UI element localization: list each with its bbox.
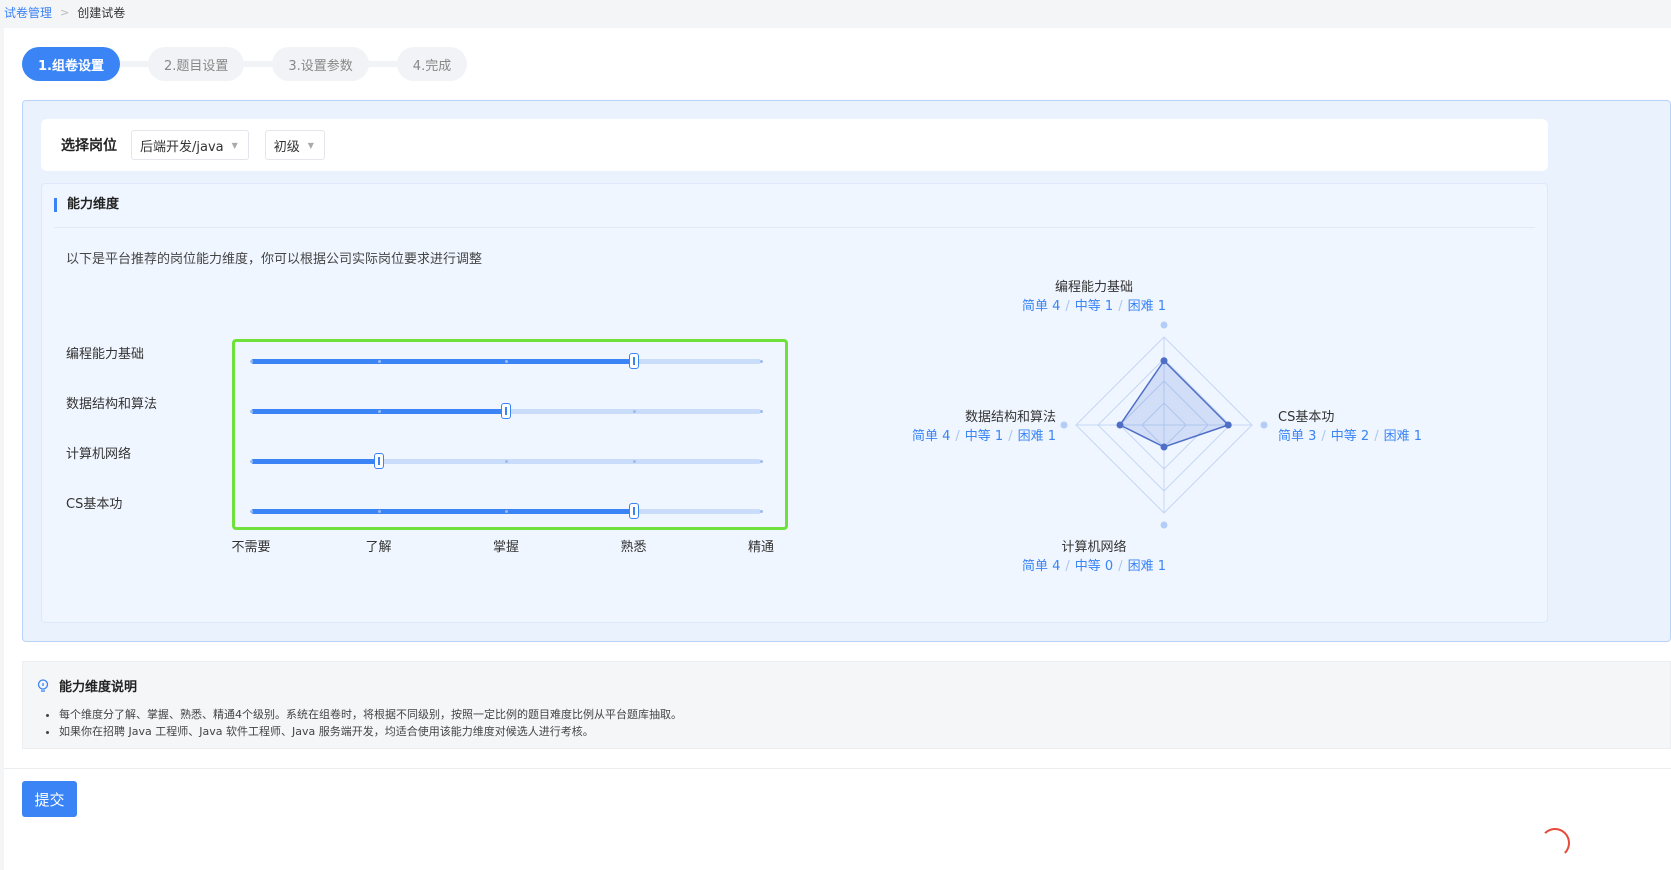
hard-count: 困难 1 xyxy=(1017,429,1056,444)
radar-axis-name: CS基本功 xyxy=(1278,410,1335,425)
radar-data-point xyxy=(1160,357,1168,365)
role-select-value: 后端开发/java xyxy=(140,139,224,155)
radar-axis-end-dot xyxy=(1160,521,1168,529)
list-item: 每个维度分了解、掌握、熟悉、精通4个级别。系统在组卷时，将根据不同级别，按照一定… xyxy=(59,706,682,723)
radar-axis-end-dot xyxy=(1060,421,1068,429)
hard-count: 困难 1 xyxy=(1127,559,1166,574)
radar-label-top: 编程能力基础 简单 4 / 中等 1 / 困难 1 xyxy=(1004,276,1184,314)
position-label: 选择岗位 xyxy=(61,138,117,154)
radar-data-area xyxy=(1118,359,1230,448)
medium-count: 中等 0 xyxy=(1074,559,1114,574)
step-2[interactable]: 2.题目设置 xyxy=(147,47,245,81)
radar-data-point xyxy=(1116,421,1124,429)
slash-separator: / xyxy=(1065,299,1070,314)
explanation-heading: 能力维度说明 xyxy=(35,676,137,695)
radar-chart xyxy=(1060,321,1268,529)
step-4[interactable]: 4.完成 xyxy=(396,47,468,81)
lightbulb-icon xyxy=(37,678,49,692)
config-panel: 选择岗位 后端开发/java ▼ 初级 ▼ 能力维度 以下是平台推荐的岗位能力维… xyxy=(22,100,1671,642)
easy-count: 简单 4 xyxy=(912,429,951,444)
slash-separator: / xyxy=(1118,559,1123,574)
radar-axis-stats: 简单 3 / 中等 2 / 困难 1 xyxy=(1278,425,1422,444)
easy-count: 简单 4 xyxy=(1022,299,1061,314)
position-selector-bar: 选择岗位 后端开发/java ▼ 初级 ▼ xyxy=(41,119,1548,171)
submit-button[interactable]: 提交 xyxy=(22,781,77,817)
radar-axis-name: 数据结构和算法 xyxy=(964,410,1056,425)
caret-down-icon: ▼ xyxy=(231,140,238,150)
radar-axis-name: 计算机网络 xyxy=(1061,540,1127,555)
radar-axis-stats: 简单 4 / 中等 1 / 困难 1 xyxy=(1004,295,1184,314)
list-item: 如果你在招聘 Java 工程师、Java 软件工程师、Java 服务端开发，均适… xyxy=(59,723,682,740)
radar-axis-end-dot xyxy=(1260,421,1268,429)
explanation-list: 每个维度分了解、掌握、熟悉、精通4个级别。系统在组卷时，将根据不同级别，按照一定… xyxy=(59,706,682,740)
slash-separator: / xyxy=(1065,559,1070,574)
easy-count: 简单 3 xyxy=(1278,429,1317,444)
hard-count: 困难 1 xyxy=(1127,299,1166,314)
level-select[interactable]: 初级 ▼ xyxy=(264,130,325,160)
breadcrumb-parent-link[interactable]: 试卷管理 xyxy=(4,4,52,21)
radar-data-point xyxy=(1160,443,1168,451)
slash-separator: / xyxy=(1008,429,1013,444)
slash-separator: / xyxy=(955,429,960,444)
explanation-panel: 能力维度说明 每个维度分了解、掌握、熟悉、精通4个级别。系统在组卷时，将根据不同… xyxy=(22,661,1671,749)
slash-separator: / xyxy=(1118,299,1123,314)
corner-badge xyxy=(1540,828,1570,858)
breadcrumb-current: 创建试卷 xyxy=(77,5,126,20)
radar-axis-name: 编程能力基础 xyxy=(1054,280,1133,295)
slash-separator: / xyxy=(1321,429,1326,444)
step-indicator: 1.组卷设置 2.题目设置 3.设置参数 4.完成 xyxy=(22,46,468,82)
breadcrumb: 试卷管理 > 创建试卷 xyxy=(0,0,125,24)
step-1[interactable]: 1.组卷设置 xyxy=(22,47,120,81)
radar-axis-stats: 简单 4 / 中等 1 / 困难 1 xyxy=(912,425,1056,444)
step-3[interactable]: 3.设置参数 xyxy=(272,47,369,81)
radar-axis-stats: 简单 4 / 中等 0 / 困难 1 xyxy=(1004,555,1184,574)
breadcrumb-separator: > xyxy=(60,5,70,19)
radar-label-left: 数据结构和算法 简单 4 / 中等 1 / 困难 1 xyxy=(912,406,1056,444)
caret-down-icon: ▼ xyxy=(307,140,314,150)
ability-card: 能力维度 以下是平台推荐的岗位能力维度，你可以根据公司实际岗位要求进行调整 编程… xyxy=(41,183,1548,623)
slash-separator: / xyxy=(1374,429,1379,444)
level-select-value: 初级 xyxy=(273,139,300,155)
explanation-title: 能力维度说明 xyxy=(59,680,138,695)
medium-count: 中等 1 xyxy=(1074,299,1114,314)
role-select[interactable]: 后端开发/java ▼ xyxy=(131,130,249,160)
radar-label-bottom: 计算机网络 简单 4 / 中等 0 / 困难 1 xyxy=(1004,536,1184,574)
divider xyxy=(4,768,1671,769)
easy-count: 简单 4 xyxy=(1022,559,1061,574)
medium-count: 中等 2 xyxy=(1330,429,1370,444)
page-content: 1.组卷设置 2.题目设置 3.设置参数 4.完成 选择岗位 后端开发/java… xyxy=(4,28,1671,870)
medium-count: 中等 1 xyxy=(964,429,1004,444)
hard-count: 困难 1 xyxy=(1383,429,1422,444)
radar-data-point xyxy=(1224,421,1232,429)
radar-label-right: CS基本功 简单 3 / 中等 2 / 困难 1 xyxy=(1278,406,1422,444)
radar-axis-end-dot xyxy=(1160,321,1168,329)
